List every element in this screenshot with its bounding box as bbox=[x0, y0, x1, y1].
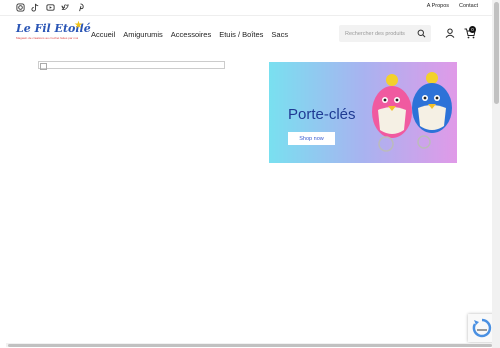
star-icon: ★ bbox=[74, 20, 83, 31]
site-logo[interactable]: Le Fil Etoilé Magasin de créations au cr… bbox=[16, 20, 91, 48]
social-links bbox=[16, 3, 85, 12]
cart-count-badge: 0 bbox=[469, 26, 476, 33]
user-icon[interactable] bbox=[445, 28, 455, 38]
promo-banner[interactable]: Porte-clés Shop now bbox=[269, 62, 457, 163]
search-input[interactable] bbox=[345, 27, 409, 40]
promo-title: Porte-clés bbox=[288, 106, 356, 123]
broken-image bbox=[38, 61, 225, 70]
about-link[interactable]: A Propos bbox=[427, 3, 449, 9]
vertical-scrollbar-thumb[interactable] bbox=[494, 2, 499, 104]
contact-link[interactable]: Contact bbox=[459, 3, 478, 9]
tiktok-icon[interactable] bbox=[31, 3, 40, 12]
nav-item-sacs[interactable]: Sacs bbox=[271, 30, 288, 39]
search-icon[interactable] bbox=[417, 29, 426, 38]
youtube-icon[interactable] bbox=[46, 3, 55, 12]
header-divider bbox=[0, 15, 492, 16]
nav-item-amigurumis[interactable]: Amigurumis bbox=[123, 30, 163, 39]
shop-now-button[interactable]: Shop now bbox=[288, 132, 335, 145]
logo-tagline: Magasin de créations au crochet faites p… bbox=[16, 36, 79, 40]
twitter-icon[interactable] bbox=[61, 3, 70, 12]
pinterest-icon[interactable] bbox=[76, 3, 85, 12]
nav-item-accessoires[interactable]: Accessoires bbox=[171, 30, 211, 39]
horizontal-scrollbar-thumb[interactable] bbox=[8, 344, 492, 347]
search-box bbox=[339, 25, 431, 42]
nav-item-accueil[interactable]: Accueil bbox=[91, 30, 115, 39]
penguin-keychain-image bbox=[372, 72, 452, 152]
main-nav: Accueil Amigurumis Accessoires Etuis / B… bbox=[91, 30, 288, 39]
top-links: A Propos Contact bbox=[427, 3, 478, 9]
top-bar: A Propos Contact bbox=[0, 0, 492, 14]
instagram-icon[interactable] bbox=[16, 3, 25, 12]
nav-item-etuis-boites[interactable]: Etuis / Boîtes bbox=[219, 30, 263, 39]
